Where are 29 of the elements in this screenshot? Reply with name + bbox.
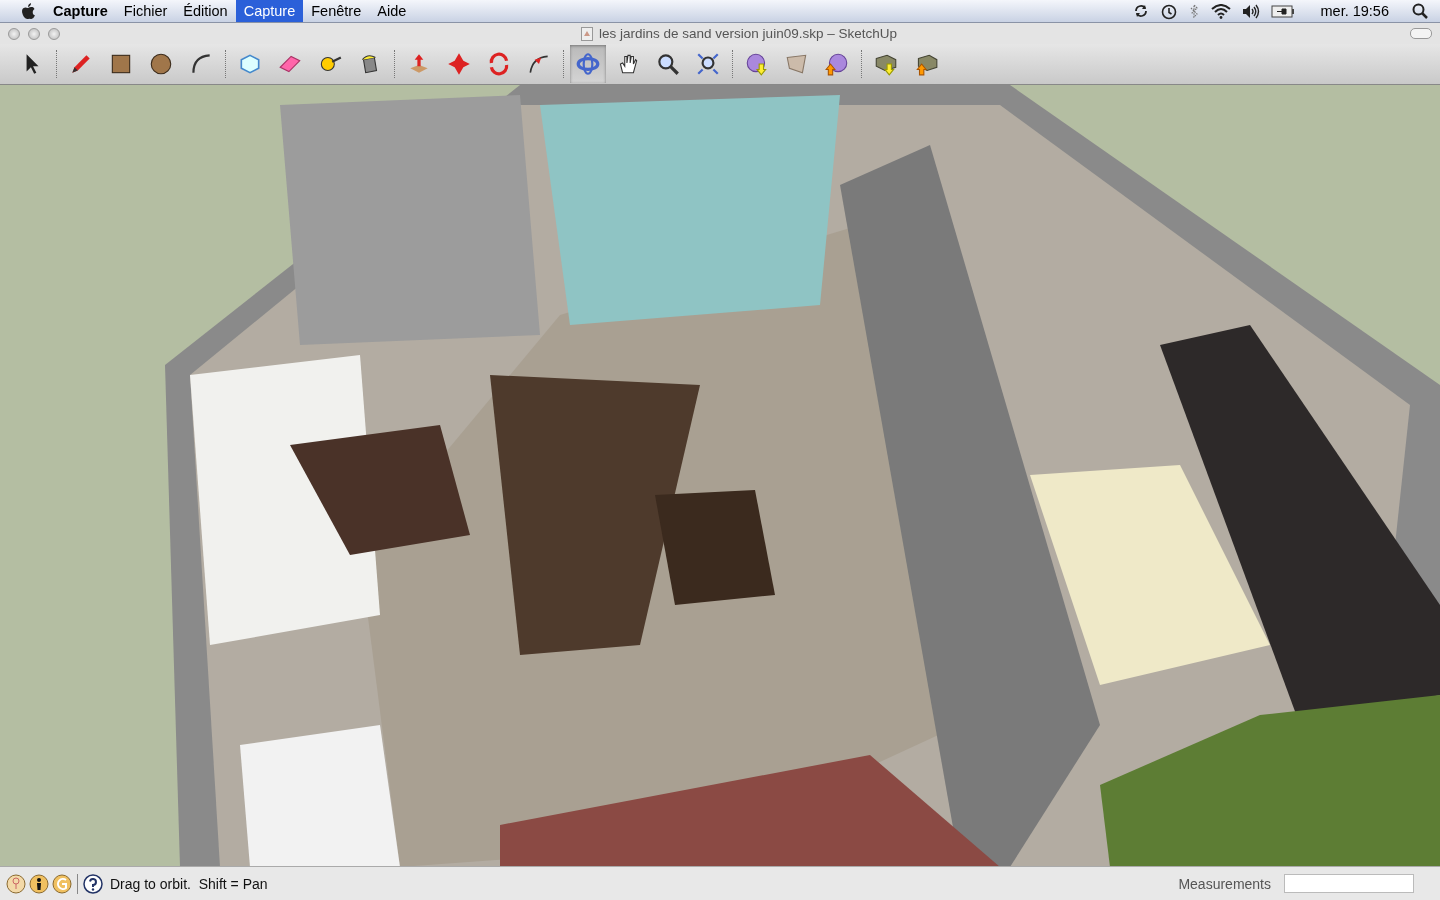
wifi-icon[interactable] [1211, 3, 1232, 19]
globe-upload-icon [824, 51, 850, 77]
sync-icon[interactable] [1133, 3, 1150, 19]
letter-g-icon[interactable] [52, 873, 72, 894]
circle-icon [148, 51, 174, 77]
help-icon[interactable] [83, 873, 103, 894]
menu-item[interactable]: Aide [369, 0, 415, 22]
menu-clock[interactable]: mer. 19:56 [1320, 3, 1389, 19]
move-arrows-icon [446, 51, 472, 77]
menu-item[interactable]: Fenêtre [303, 0, 370, 22]
apple-menu-icon[interactable] [20, 2, 36, 20]
menu-item[interactable]: Capture [235, 0, 304, 22]
measurements-field[interactable] [1284, 874, 1414, 893]
search-icon[interactable] [1412, 3, 1428, 19]
volume-icon[interactable] [1242, 3, 1261, 19]
menu-item[interactable]: Édition [175, 0, 236, 22]
toolbar-toggle-button[interactable] [1410, 28, 1432, 39]
magnifier-icon [655, 51, 681, 77]
zoom-extents-icon [695, 51, 721, 77]
status-hint: Drag to orbit. Shift = Pan [110, 875, 268, 892]
window-title: les jardins de sand version juin09.skp – SketchUp [599, 26, 897, 41]
document-icon [581, 26, 594, 41]
app-menu[interactable]: Capture [45, 0, 116, 22]
time-machine-icon[interactable] [1160, 2, 1178, 20]
menu-item[interactable]: Fichier [115, 0, 176, 22]
battery-icon[interactable] [1271, 4, 1296, 18]
orbit-icon [575, 51, 601, 77]
measurements-label: Measurements [1178, 875, 1271, 892]
house-model-drawing[interactable] [165, 85, 1440, 866]
